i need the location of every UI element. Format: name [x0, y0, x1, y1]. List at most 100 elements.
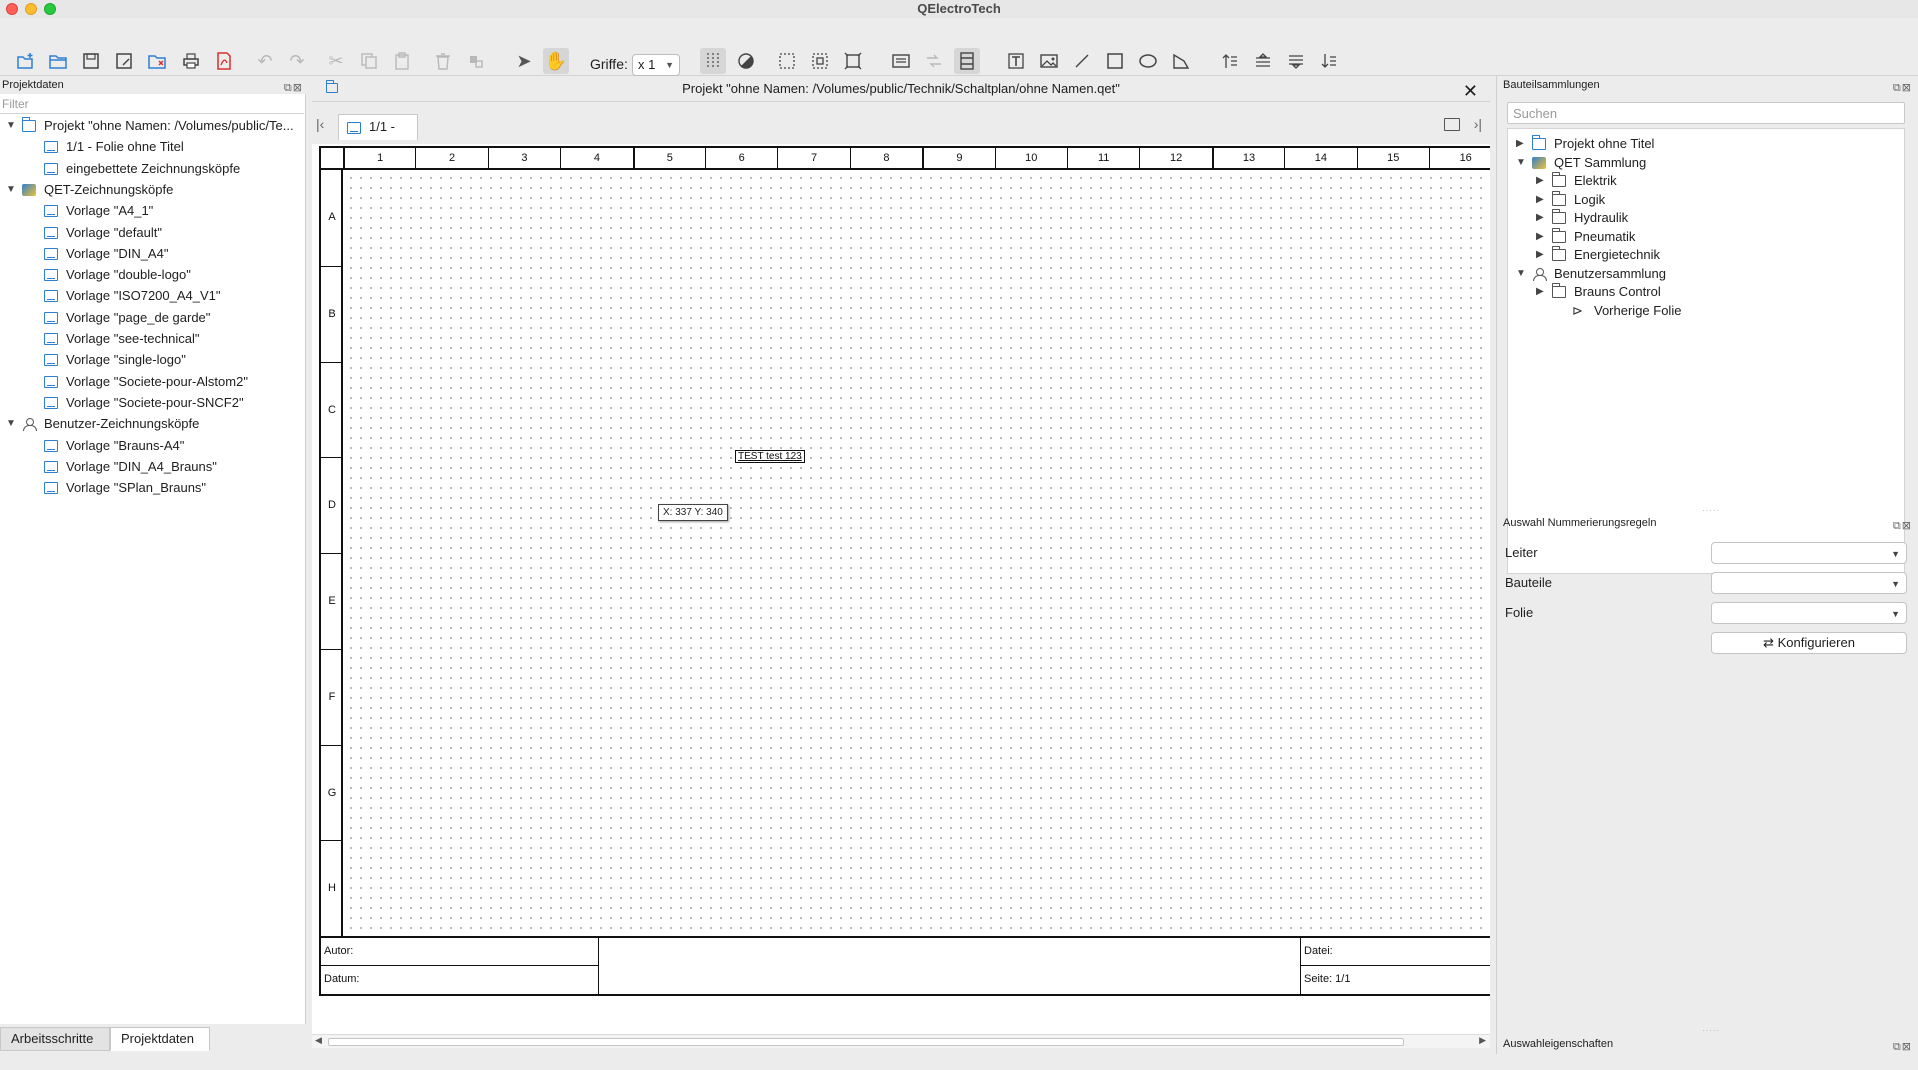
paste-icon[interactable] — [389, 48, 415, 74]
conductor-mode-icon[interactable] — [921, 48, 947, 74]
tree-item[interactable]: Vorlage "DIN_A4" — [0, 244, 304, 264]
send-to-back-icon[interactable] — [1316, 48, 1342, 74]
chevron-right-icon[interactable]: ▶ — [1536, 171, 1544, 191]
chevron-right-icon[interactable]: ▶ — [1536, 245, 1544, 265]
components-numbering-select[interactable]: ▼ — [1711, 572, 1907, 594]
tree-item[interactable]: ▶ Elektrik — [1508, 171, 1904, 191]
splitter-handle[interactable]: ····· — [1702, 1026, 1720, 1035]
background-toggle-icon[interactable] — [733, 48, 759, 74]
search-input[interactable] — [1507, 102, 1905, 124]
last-sheet-icon[interactable]: ›| — [1474, 116, 1482, 132]
panel-float-close-icons[interactable]: ⧉⊠ — [1893, 1038, 1912, 1056]
tree-item[interactable]: Vorlage "Brauns-A4" — [0, 436, 304, 456]
tree-item[interactable]: ▶ Hydraulik — [1508, 208, 1904, 228]
export-pdf-icon[interactable] — [211, 48, 237, 74]
tree-item[interactable]: Vorlage "A4_1" — [0, 201, 304, 221]
lower-icon[interactable] — [1283, 48, 1309, 74]
raise-icon[interactable] — [1250, 48, 1276, 74]
add-rectangle-icon[interactable] — [1102, 48, 1128, 74]
scroll-right-icon[interactable]: ▶ — [1479, 1035, 1486, 1046]
grid-area[interactable] — [343, 170, 1490, 936]
drawing-canvas[interactable]: 1 2 3 4 5 6 7 8 9 10 11 12 13 14 15 16 ABCDEFGH Autor: … — [312, 144, 1490, 1034]
panel-float-close-icons[interactable]: ⧉⊠ — [1893, 79, 1912, 97]
tree-item[interactable]: ▶ Brauns Control — [1508, 282, 1904, 302]
sheet-numbering-select[interactable]: ▼ — [1711, 602, 1907, 624]
chevron-right-icon[interactable]: ▶ — [1536, 190, 1544, 210]
open-folder-icon[interactable] — [45, 48, 71, 74]
add-line-icon[interactable] — [1069, 48, 1095, 74]
add-text-icon[interactable] — [1003, 48, 1029, 74]
grid-toggle-icon[interactable] — [700, 48, 726, 74]
tree-item[interactable]: ▼ Projekt "ohne Namen: /Volumes/public/Te… — [0, 116, 304, 136]
close-window-button[interactable] — [6, 3, 18, 15]
copy-icon[interactable] — [356, 48, 382, 74]
diagram-sheet[interactable]: 1 2 3 4 5 6 7 8 9 10 11 12 13 14 15 16 ABCDEFGH Autor: … — [319, 146, 1490, 1006]
tree-item[interactable]: Vorlage "default" — [0, 223, 304, 243]
add-polyline-icon[interactable] — [1168, 48, 1194, 74]
tree-item[interactable]: ▶ Logik — [1508, 190, 1904, 210]
tree-item[interactable]: ▼ QET-Zeichnungsköpfe — [0, 180, 304, 200]
tree-item[interactable]: ▶ Energietechnik — [1508, 245, 1904, 265]
horizontal-scrollbar[interactable]: ◀ ▶ — [312, 1034, 1490, 1048]
tree-item[interactable]: ▼ Benutzer-Zeichnungsköpfe — [0, 414, 304, 434]
handles-select[interactable]: x 1 ▼ — [632, 54, 680, 76]
tab-projektdaten[interactable]: Projektdaten — [110, 1027, 210, 1051]
tree-item[interactable]: Vorlage "page_de garde" — [0, 308, 304, 328]
add-image-icon[interactable] — [1036, 48, 1062, 74]
chevron-right-icon[interactable]: ▶ — [1516, 134, 1524, 154]
minimize-window-button[interactable] — [25, 3, 37, 15]
zoom-window-button[interactable] — [44, 3, 56, 15]
tree-item[interactable]: ▼ Benutzersammlung — [1508, 264, 1904, 284]
hand-move-icon[interactable]: ✋ — [543, 48, 569, 74]
tree-item[interactable]: ▼ QET Sammlung — [1508, 153, 1904, 173]
close-project-button[interactable]: ✕ — [1463, 78, 1478, 104]
add-sheet-icon[interactable] — [1444, 118, 1460, 131]
tab-arbeitsschritte[interactable]: Arbeitsschritte — [0, 1027, 110, 1051]
undo-icon[interactable]: ↶ — [252, 48, 278, 74]
chevron-right-icon[interactable]: ▶ — [1536, 208, 1544, 228]
zoom-reset-icon[interactable] — [840, 48, 866, 74]
tree-item[interactable]: Vorlage "Societe-pour-Alstom2" — [0, 372, 304, 392]
tree-item[interactable]: ⊳ Vorherige Folie — [1508, 301, 1904, 321]
chevron-down-icon[interactable]: ▼ — [1516, 264, 1526, 284]
tree-item[interactable]: Vorlage "double-logo" — [0, 265, 304, 285]
scroll-left-icon[interactable]: ◀ — [315, 1035, 322, 1046]
save-icon[interactable] — [78, 48, 104, 74]
edit-sheet-properties-icon[interactable] — [888, 48, 914, 74]
chevron-down-icon[interactable]: ▼ — [6, 116, 16, 136]
chevron-right-icon[interactable]: ▶ — [1536, 227, 1544, 247]
panel-float-close-icons[interactable]: ⧉⊠ — [1893, 517, 1912, 535]
select-pointer-icon[interactable]: ➤ — [511, 48, 537, 74]
chevron-down-icon[interactable]: ▼ — [1516, 153, 1526, 173]
tree-item[interactable]: eingebettete Zeichnungsköpfe — [0, 159, 304, 179]
add-column-row-icon[interactable] — [954, 48, 980, 74]
tree-item[interactable]: Vorlage "DIN_A4_Brauns" — [0, 457, 304, 477]
tree-item[interactable]: ▶ Projekt ohne Titel — [1508, 134, 1904, 154]
save-as-icon[interactable] — [111, 48, 137, 74]
tree-item[interactable]: ▶ Pneumatik — [1508, 227, 1904, 247]
new-project-icon[interactable] — [12, 48, 38, 74]
add-ellipse-icon[interactable] — [1135, 48, 1161, 74]
filter-input[interactable] — [0, 94, 304, 114]
zoom-fit-icon[interactable] — [807, 48, 833, 74]
tree-item[interactable]: Vorlage "single-logo" — [0, 350, 304, 370]
chevron-down-icon[interactable]: ▼ — [6, 180, 16, 200]
tree-item[interactable]: Vorlage "Societe-pour-SNCF2" — [0, 393, 304, 413]
tree-item[interactable]: Vorlage "ISO7200_A4_V1" — [0, 286, 304, 306]
rotate-icon[interactable] — [463, 48, 489, 74]
conductor-numbering-select[interactable]: ▼ — [1711, 542, 1907, 564]
delete-icon[interactable] — [430, 48, 456, 74]
scrollbar-thumb[interactable] — [328, 1038, 1404, 1046]
configure-button[interactable]: ⇄ Konfigurieren — [1711, 632, 1907, 654]
first-sheet-icon[interactable]: |‹ — [316, 116, 324, 132]
redo-icon[interactable]: ↷ — [284, 48, 310, 74]
tree-item[interactable]: Vorlage "SPlan_Brauns" — [0, 478, 304, 498]
cut-icon[interactable]: ✂ — [323, 48, 349, 74]
tree-item[interactable]: 1/1 - Folie ohne Titel — [0, 137, 304, 157]
close-project-icon[interactable] — [144, 48, 170, 74]
select-all-icon[interactable] — [774, 48, 800, 74]
print-icon[interactable] — [178, 48, 204, 74]
diagram-text-item[interactable]: TEST test 123 — [735, 450, 805, 463]
chevron-down-icon[interactable]: ▼ — [6, 414, 16, 434]
bring-to-front-icon[interactable] — [1217, 48, 1243, 74]
